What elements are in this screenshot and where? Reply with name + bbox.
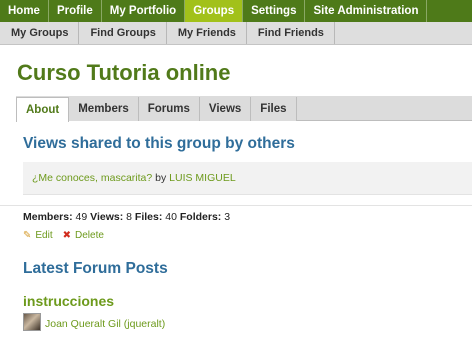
subnav-find-friends[interactable]: Find Friends xyxy=(247,22,335,44)
files-count: 40 xyxy=(165,211,177,223)
tab-files[interactable]: Files xyxy=(251,97,297,121)
subnav-my-friends[interactable]: My Friends xyxy=(167,22,247,44)
views-label: Views: xyxy=(90,211,124,223)
nav-profile[interactable]: Profile xyxy=(49,0,102,22)
edit-link[interactable]: ✎ Edit xyxy=(23,230,53,241)
views-shared-heading: Views shared to this group by others xyxy=(23,135,295,152)
by-text: by xyxy=(155,172,167,184)
forum-topic-link[interactable]: instrucciones xyxy=(23,293,114,309)
shared-views-list: ¿Me conoces, mascarita? by LUIS MIGUEL xyxy=(23,162,472,195)
tab-views[interactable]: Views xyxy=(199,97,252,121)
latest-forum-posts-heading: Latest Forum Posts xyxy=(23,260,168,277)
group-stats: Members: 49 Views: 8 Files: 40 Folders: … xyxy=(23,211,230,223)
members-label: Members: xyxy=(23,211,73,223)
delete-link[interactable]: ✖ Delete xyxy=(63,230,104,241)
edit-label: Edit xyxy=(35,230,53,241)
nav-my-portfolio[interactable]: My Portfolio xyxy=(102,0,186,22)
delete-icon: ✖ xyxy=(62,230,72,241)
folders-label: Folders: xyxy=(179,211,222,223)
members-count: 49 xyxy=(75,211,88,223)
nav-home[interactable]: Home xyxy=(0,0,49,22)
tab-about[interactable]: About xyxy=(16,97,70,122)
avatar[interactable] xyxy=(23,313,41,331)
page-title: Curso Tutoria online xyxy=(17,60,231,85)
group-tabs: About Members Forums Views Files xyxy=(16,97,297,122)
forum-post-author: Joan Queralt Gil (jqueralt) xyxy=(23,313,165,331)
shared-view-item: ¿Me conoces, mascarita? by LUIS MIGUEL xyxy=(32,172,236,184)
subnav-find-groups[interactable]: Find Groups xyxy=(79,22,167,44)
sub-navigation: My Groups Find Groups My Friends Find Fr… xyxy=(0,22,472,45)
divider xyxy=(0,205,472,206)
main-navigation: Home Profile My Portfolio Groups Setting… xyxy=(0,0,472,22)
view-title-link[interactable]: ¿Me conoces, mascarita? xyxy=(32,172,152,184)
nav-settings[interactable]: Settings xyxy=(243,0,306,22)
tab-members[interactable]: Members xyxy=(69,97,139,121)
delete-label: Delete xyxy=(75,230,104,241)
nav-site-administration[interactable]: Site Administration xyxy=(305,0,428,22)
files-label: Files: xyxy=(134,211,163,223)
nav-groups[interactable]: Groups xyxy=(185,0,244,22)
view-owner-link[interactable]: LUIS MIGUEL xyxy=(169,172,236,184)
tab-forums[interactable]: Forums xyxy=(138,97,200,121)
author-link[interactable]: Joan Queralt Gil (jqueralt) xyxy=(45,318,165,330)
views-count: 8 xyxy=(126,211,132,223)
subnav-my-groups[interactable]: My Groups xyxy=(0,22,80,44)
pencil-icon: ✎ xyxy=(23,230,32,241)
folders-count: 3 xyxy=(224,211,231,223)
group-actions: ✎ Edit ✖ Delete xyxy=(23,230,114,241)
